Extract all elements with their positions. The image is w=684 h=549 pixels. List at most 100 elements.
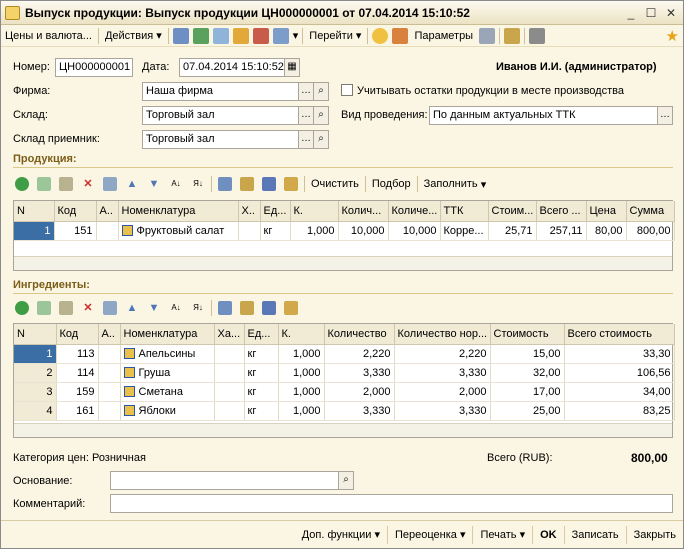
- ingredients-table[interactable]: N Код А.. Номенклатура Ха... Ед... К. Количеств…: [13, 323, 675, 438]
- ingredients-cell[interactable]: 34,00: [564, 382, 675, 402]
- products-cell[interactable]: [96, 221, 119, 241]
- based-on-dropdown-icon[interactable]: ▾: [291, 26, 301, 46]
- ingredients-cell[interactable]: 33,30: [564, 344, 675, 364]
- select-button[interactable]: Подбор: [368, 174, 415, 194]
- recv-warehouse-select-button[interactable]: …: [298, 130, 314, 149]
- ingredients-cell[interactable]: 1,000: [278, 344, 325, 364]
- ingredients-column-header[interactable]: N: [14, 324, 57, 345]
- date-field[interactable]: 07.04.2014 15:10:52: [179, 58, 285, 77]
- ingredients-column-header[interactable]: Ед...: [244, 324, 279, 345]
- ingredients-cell[interactable]: 1,000: [278, 363, 325, 383]
- move-down-icon[interactable]: ▼: [147, 177, 161, 191]
- copy-all-icon[interactable]: [262, 177, 276, 191]
- number-field[interactable]: ЦН000000001: [55, 58, 133, 77]
- warehouse-select-button[interactable]: …: [298, 106, 314, 125]
- products-cell[interactable]: [238, 221, 261, 241]
- ingredients-cell[interactable]: [214, 382, 245, 402]
- ingredients-cell[interactable]: [98, 344, 121, 364]
- products-column-header[interactable]: Номенклатура: [118, 201, 239, 222]
- products-column-header[interactable]: ТТК: [440, 201, 489, 222]
- products-table-row[interactable]: 1 151 Фруктовый салат кг 1,000 10,000 10,000 Ко…: [14, 221, 675, 241]
- products-cell[interactable]: 257,11: [536, 221, 587, 241]
- products-column-header[interactable]: Стоим...: [488, 201, 537, 222]
- ingredients-cell[interactable]: 2,000: [394, 382, 491, 402]
- ingredients-cell[interactable]: кг: [244, 382, 279, 402]
- firm-search-icon[interactable]: ⌕: [313, 82, 329, 101]
- products-column-header[interactable]: Код: [54, 201, 97, 222]
- ingredients-cell[interactable]: 15,00: [490, 344, 565, 364]
- ingredients-cell[interactable]: 4: [14, 401, 57, 421]
- ingredients-cell[interactable]: 114: [56, 363, 99, 383]
- products-column-header[interactable]: Ед...: [260, 201, 291, 222]
- favorite-star-icon[interactable]: ★: [662, 26, 683, 46]
- ingredients-cell[interactable]: Груша: [120, 363, 215, 383]
- delete-row-icon[interactable]: ✕: [81, 177, 95, 191]
- ingredients-cell[interactable]: 25,00: [490, 401, 565, 421]
- add-row-icon[interactable]: [15, 177, 29, 191]
- products-cell[interactable]: 25,71: [488, 221, 537, 241]
- ingredients-cell[interactable]: 113: [56, 344, 99, 364]
- ingr-copy-row-icon[interactable]: [37, 301, 51, 315]
- recv-warehouse-search-icon[interactable]: ⌕: [313, 130, 329, 149]
- ingr-move-down-icon[interactable]: ▼: [147, 301, 161, 315]
- ingredients-cell[interactable]: [214, 401, 245, 421]
- ingredients-cell[interactable]: 2,220: [324, 344, 395, 364]
- ingredients-cell[interactable]: Яблоки: [120, 401, 215, 421]
- ingredients-column-header[interactable]: К.: [278, 324, 325, 345]
- end-edit-icon[interactable]: [103, 177, 117, 191]
- products-column-header[interactable]: Цена: [586, 201, 627, 222]
- ingredients-hscroll[interactable]: [14, 423, 672, 437]
- ingr-copy-icon[interactable]: [218, 301, 232, 315]
- ingredients-cell[interactable]: 3,330: [394, 363, 491, 383]
- ingredients-column-header[interactable]: А..: [98, 324, 121, 345]
- sort-asc-icon[interactable]: A↓: [169, 177, 183, 191]
- ingr-move-up-icon[interactable]: ▲: [125, 301, 139, 315]
- structure-icon[interactable]: [232, 27, 249, 44]
- copy-icon[interactable]: [218, 177, 232, 191]
- calendar-icon[interactable]: ▦: [284, 58, 300, 77]
- products-cell[interactable]: 800,00: [626, 221, 675, 241]
- close-icon[interactable]: ✕: [663, 5, 679, 21]
- products-hscroll[interactable]: [14, 256, 672, 270]
- products-cell[interactable]: кг: [260, 221, 291, 241]
- ingredients-cell[interactable]: 1,000: [278, 382, 325, 402]
- ingredients-column-header[interactable]: Номенклатура: [120, 324, 215, 345]
- extra-functions-menu[interactable]: Доп. функции ▾: [295, 526, 387, 544]
- ingredients-cell[interactable]: 32,00: [490, 363, 565, 383]
- ingredients-cell[interactable]: [214, 344, 245, 364]
- firm-field[interactable]: Наша фирма: [142, 82, 299, 101]
- reprice-menu[interactable]: Переоценка ▾: [386, 525, 473, 544]
- ingr-edit-row-icon[interactable]: [59, 301, 73, 315]
- ingr-sort-asc-icon[interactable]: A↓: [169, 301, 183, 315]
- ingredients-column-header[interactable]: Код: [56, 324, 99, 345]
- ingredients-cell[interactable]: кг: [244, 344, 279, 364]
- post-icon[interactable]: [172, 27, 189, 44]
- products-column-header[interactable]: Всего ...: [536, 201, 587, 222]
- ingredients-cell[interactable]: [214, 363, 245, 383]
- ingredients-cell[interactable]: Апельсины: [120, 344, 215, 364]
- posting-select-button[interactable]: …: [657, 106, 673, 125]
- print-menu[interactable]: Печать ▾: [472, 525, 532, 544]
- posting-field[interactable]: По данным актуальных ТТК: [429, 106, 658, 125]
- ingr-end-edit-icon[interactable]: [103, 301, 117, 315]
- ingredients-cell[interactable]: 2,220: [394, 344, 491, 364]
- copy-row-icon[interactable]: [37, 177, 51, 191]
- ingredients-cell[interactable]: [98, 382, 121, 402]
- params-icon[interactable]: [392, 27, 409, 44]
- products-cell[interactable]: 1: [14, 221, 55, 241]
- copy-doc-icon[interactable]: [212, 27, 229, 44]
- ingredients-column-header[interactable]: Ха...: [214, 324, 245, 345]
- paste-all-icon[interactable]: [284, 177, 298, 191]
- paste-icon[interactable]: [240, 177, 254, 191]
- ingredients-cell[interactable]: 159: [56, 382, 99, 402]
- ingredients-column-header[interactable]: Стоимость: [490, 324, 565, 345]
- ingr-paste-icon[interactable]: [240, 301, 254, 315]
- ingredients-cell[interactable]: 161: [56, 401, 99, 421]
- ingr-add-row-icon[interactable]: [15, 301, 29, 315]
- warehouse-field[interactable]: Торговый зал: [142, 106, 299, 125]
- minimize-icon[interactable]: _: [623, 5, 639, 21]
- products-column-header[interactable]: Колич...: [338, 201, 389, 222]
- goto-menu[interactable]: Перейти ▾: [305, 26, 365, 46]
- ingredients-cell[interactable]: Сметана: [120, 382, 215, 402]
- params-button[interactable]: Параметры: [410, 26, 477, 46]
